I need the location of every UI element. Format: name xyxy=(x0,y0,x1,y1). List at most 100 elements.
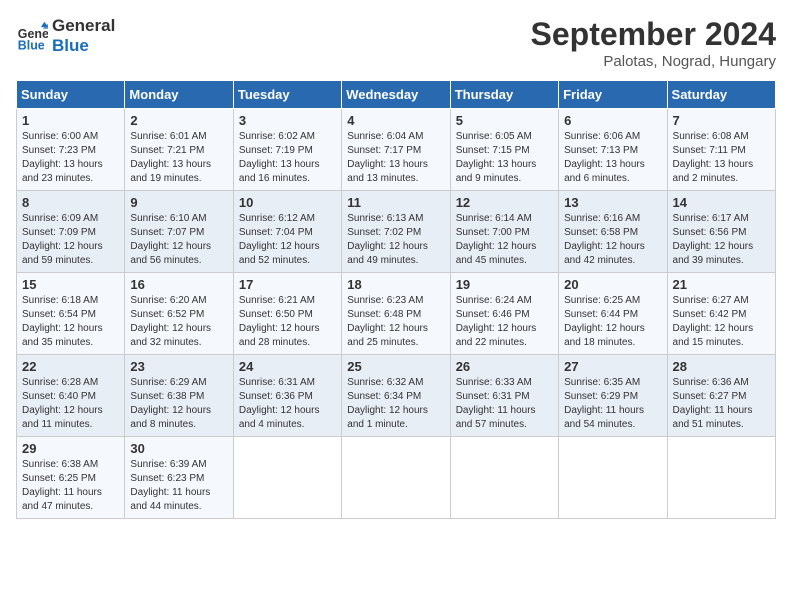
day-info: Sunrise: 6:14 AMSunset: 7:00 PMDaylight:… xyxy=(456,212,553,268)
day-number: 18 xyxy=(347,277,444,292)
day-number: 4 xyxy=(347,113,444,128)
day-number: 7 xyxy=(673,113,770,128)
day-info: Sunrise: 6:10 AMSunset: 7:07 PMDaylight:… xyxy=(130,212,227,268)
calendar-cell: 9Sunrise: 6:10 AMSunset: 7:07 PMDaylight… xyxy=(125,191,233,273)
day-number: 28 xyxy=(673,359,770,374)
day-number: 25 xyxy=(347,359,444,374)
logo-icon: General Blue xyxy=(16,20,48,52)
weekday-header: Thursday xyxy=(450,81,558,109)
day-info: Sunrise: 6:16 AMSunset: 6:58 PMDaylight:… xyxy=(564,212,661,268)
calendar-cell: 19 Sunrise: 6:24 AMSunset: 6:46 PMDayligh… xyxy=(450,273,558,355)
calendar-cell: 8 Sunrise: 6:09 AMSunset: 7:09 PMDaylight… xyxy=(17,191,125,273)
day-info: Sunrise: 6:29 AMSunset: 6:38 PMDaylight:… xyxy=(130,376,227,432)
day-number: 3 xyxy=(239,113,336,128)
calendar-cell: 15 Sunrise: 6:18 AMSunset: 6:54 PMDayligh… xyxy=(17,273,125,355)
title-block: September 2024 Palotas, Nograd, Hungary xyxy=(531,16,776,70)
logo-line1: General xyxy=(52,16,115,36)
calendar-week-row: 15 Sunrise: 6:18 AMSunset: 6:54 PMDayligh… xyxy=(17,273,776,355)
calendar-week-row: 1 Sunrise: 6:00 AMSunset: 7:23 PMDaylight… xyxy=(17,109,776,191)
weekday-header: Sunday xyxy=(17,81,125,109)
svg-text:Blue: Blue xyxy=(18,38,45,52)
calendar-cell: 18 Sunrise: 6:23 AMSunset: 6:48 PMDayligh… xyxy=(342,273,450,355)
day-info: Sunrise: 6:21 AMSunset: 6:50 PMDaylight:… xyxy=(239,294,336,350)
calendar-cell: 1 Sunrise: 6:00 AMSunset: 7:23 PMDaylight… xyxy=(17,109,125,191)
calendar-cell xyxy=(450,437,558,519)
calendar-cell: 21 Sunrise: 6:27 AMSunset: 6:42 PMDayligh… xyxy=(667,273,775,355)
day-number: 19 xyxy=(456,277,553,292)
day-info: Sunrise: 6:27 AMSunset: 6:42 PMDaylight:… xyxy=(673,294,770,350)
day-number: 17 xyxy=(239,277,336,292)
day-info: Sunrise: 6:01 AMSunset: 7:21 PMDaylight:… xyxy=(130,130,227,186)
calendar-cell: 29 Sunrise: 6:38 AMSunset: 6:25 PMDayligh… xyxy=(17,437,125,519)
day-number: 14 xyxy=(673,195,770,210)
calendar-cell: 28 Sunrise: 6:36 AMSunset: 6:27 PMDayligh… xyxy=(667,355,775,437)
day-info: Sunrise: 6:05 AMSunset: 7:15 PMDaylight:… xyxy=(456,130,553,186)
day-info: Sunrise: 6:38 AMSunset: 6:25 PMDaylight:… xyxy=(22,458,119,514)
day-info: Sunrise: 6:31 AMSunset: 6:36 PMDaylight:… xyxy=(239,376,336,432)
calendar-cell: 20 Sunrise: 6:25 AMSunset: 6:44 PMDayligh… xyxy=(559,273,667,355)
day-number: 11 xyxy=(347,195,444,210)
weekday-header: Wednesday xyxy=(342,81,450,109)
day-number: 27 xyxy=(564,359,661,374)
day-info: Sunrise: 6:00 AMSunset: 7:23 PMDaylight:… xyxy=(22,130,119,186)
day-info: Sunrise: 6:36 AMSunset: 6:27 PMDaylight:… xyxy=(673,376,770,432)
day-number: 13 xyxy=(564,195,661,210)
day-info: Sunrise: 6:13 AMSunset: 7:02 PMDaylight:… xyxy=(347,212,444,268)
day-number: 1 xyxy=(22,113,119,128)
day-info: Sunrise: 6:20 AMSunset: 6:52 PMDaylight:… xyxy=(130,294,227,350)
day-info: Sunrise: 6:24 AMSunset: 6:46 PMDaylight:… xyxy=(456,294,553,350)
calendar-cell: 6Sunrise: 6:06 AMSunset: 7:13 PMDaylight… xyxy=(559,109,667,191)
page-header: General Blue General Blue September 2024… xyxy=(16,16,776,70)
calendar-cell xyxy=(342,437,450,519)
calendar-cell: 2 Sunrise: 6:01 AMSunset: 7:21 PMDaylight… xyxy=(125,109,233,191)
day-number: 15 xyxy=(22,277,119,292)
weekday-header: Saturday xyxy=(667,81,775,109)
calendar-week-row: 8 Sunrise: 6:09 AMSunset: 7:09 PMDaylight… xyxy=(17,191,776,273)
calendar-cell: 24 Sunrise: 6:31 AMSunset: 6:36 PMDayligh… xyxy=(233,355,341,437)
location-subtitle: Palotas, Nograd, Hungary xyxy=(531,53,776,70)
day-number: 26 xyxy=(456,359,553,374)
day-number: 29 xyxy=(22,441,119,456)
day-info: Sunrise: 6:12 AMSunset: 7:04 PMDaylight:… xyxy=(239,212,336,268)
day-info: Sunrise: 6:18 AMSunset: 6:54 PMDaylight:… xyxy=(22,294,119,350)
logo: General Blue General Blue xyxy=(16,16,115,55)
day-info: Sunrise: 6:35 AMSunset: 6:29 PMDaylight:… xyxy=(564,376,661,432)
calendar-cell: 13 Sunrise: 6:16 AMSunset: 6:58 PMDayligh… xyxy=(559,191,667,273)
calendar-cell: 25 Sunrise: 6:32 AMSunset: 6:34 PMDayligh… xyxy=(342,355,450,437)
calendar-cell: 27 Sunrise: 6:35 AMSunset: 6:29 PMDayligh… xyxy=(559,355,667,437)
day-info: Sunrise: 6:32 AMSunset: 6:34 PMDaylight:… xyxy=(347,376,444,432)
calendar-cell: 23 Sunrise: 6:29 AMSunset: 6:38 PMDayligh… xyxy=(125,355,233,437)
calendar-table: SundayMondayTuesdayWednesdayThursdayFrid… xyxy=(16,80,776,519)
day-number: 6 xyxy=(564,113,661,128)
day-info: Sunrise: 6:09 AMSunset: 7:09 PMDaylight:… xyxy=(22,212,119,268)
day-number: 23 xyxy=(130,359,227,374)
calendar-cell: 11 Sunrise: 6:13 AMSunset: 7:02 PMDayligh… xyxy=(342,191,450,273)
day-info: Sunrise: 6:39 AMSunset: 6:23 PMDaylight:… xyxy=(130,458,227,514)
day-number: 20 xyxy=(564,277,661,292)
day-number: 8 xyxy=(22,195,119,210)
calendar-cell: 16Sunrise: 6:20 AMSunset: 6:52 PMDayligh… xyxy=(125,273,233,355)
calendar-cell: 10 Sunrise: 6:12 AMSunset: 7:04 PMDayligh… xyxy=(233,191,341,273)
day-number: 10 xyxy=(239,195,336,210)
calendar-cell: 30Sunrise: 6:39 AMSunset: 6:23 PMDayligh… xyxy=(125,437,233,519)
day-number: 5 xyxy=(456,113,553,128)
calendar-cell: 26 Sunrise: 6:33 AMSunset: 6:31 PMDayligh… xyxy=(450,355,558,437)
weekday-header: Tuesday xyxy=(233,81,341,109)
calendar-cell: 4Sunrise: 6:04 AMSunset: 7:17 PMDaylight… xyxy=(342,109,450,191)
calendar-week-row: 29 Sunrise: 6:38 AMSunset: 6:25 PMDayligh… xyxy=(17,437,776,519)
calendar-week-row: 22Sunrise: 6:28 AMSunset: 6:40 PMDayligh… xyxy=(17,355,776,437)
calendar-cell: 7Sunrise: 6:08 AMSunset: 7:11 PMDaylight… xyxy=(667,109,775,191)
day-info: Sunrise: 6:25 AMSunset: 6:44 PMDaylight:… xyxy=(564,294,661,350)
day-info: Sunrise: 6:23 AMSunset: 6:48 PMDaylight:… xyxy=(347,294,444,350)
day-info: Sunrise: 6:02 AMSunset: 7:19 PMDaylight:… xyxy=(239,130,336,186)
day-info: Sunrise: 6:33 AMSunset: 6:31 PMDaylight:… xyxy=(456,376,553,432)
calendar-cell xyxy=(233,437,341,519)
calendar-cell: 22Sunrise: 6:28 AMSunset: 6:40 PMDayligh… xyxy=(17,355,125,437)
weekday-header: Monday xyxy=(125,81,233,109)
day-number: 2 xyxy=(130,113,227,128)
month-title: September 2024 xyxy=(531,16,776,53)
day-number: 22 xyxy=(22,359,119,374)
day-number: 24 xyxy=(239,359,336,374)
calendar-header-row: SundayMondayTuesdayWednesdayThursdayFrid… xyxy=(17,81,776,109)
day-number: 21 xyxy=(673,277,770,292)
